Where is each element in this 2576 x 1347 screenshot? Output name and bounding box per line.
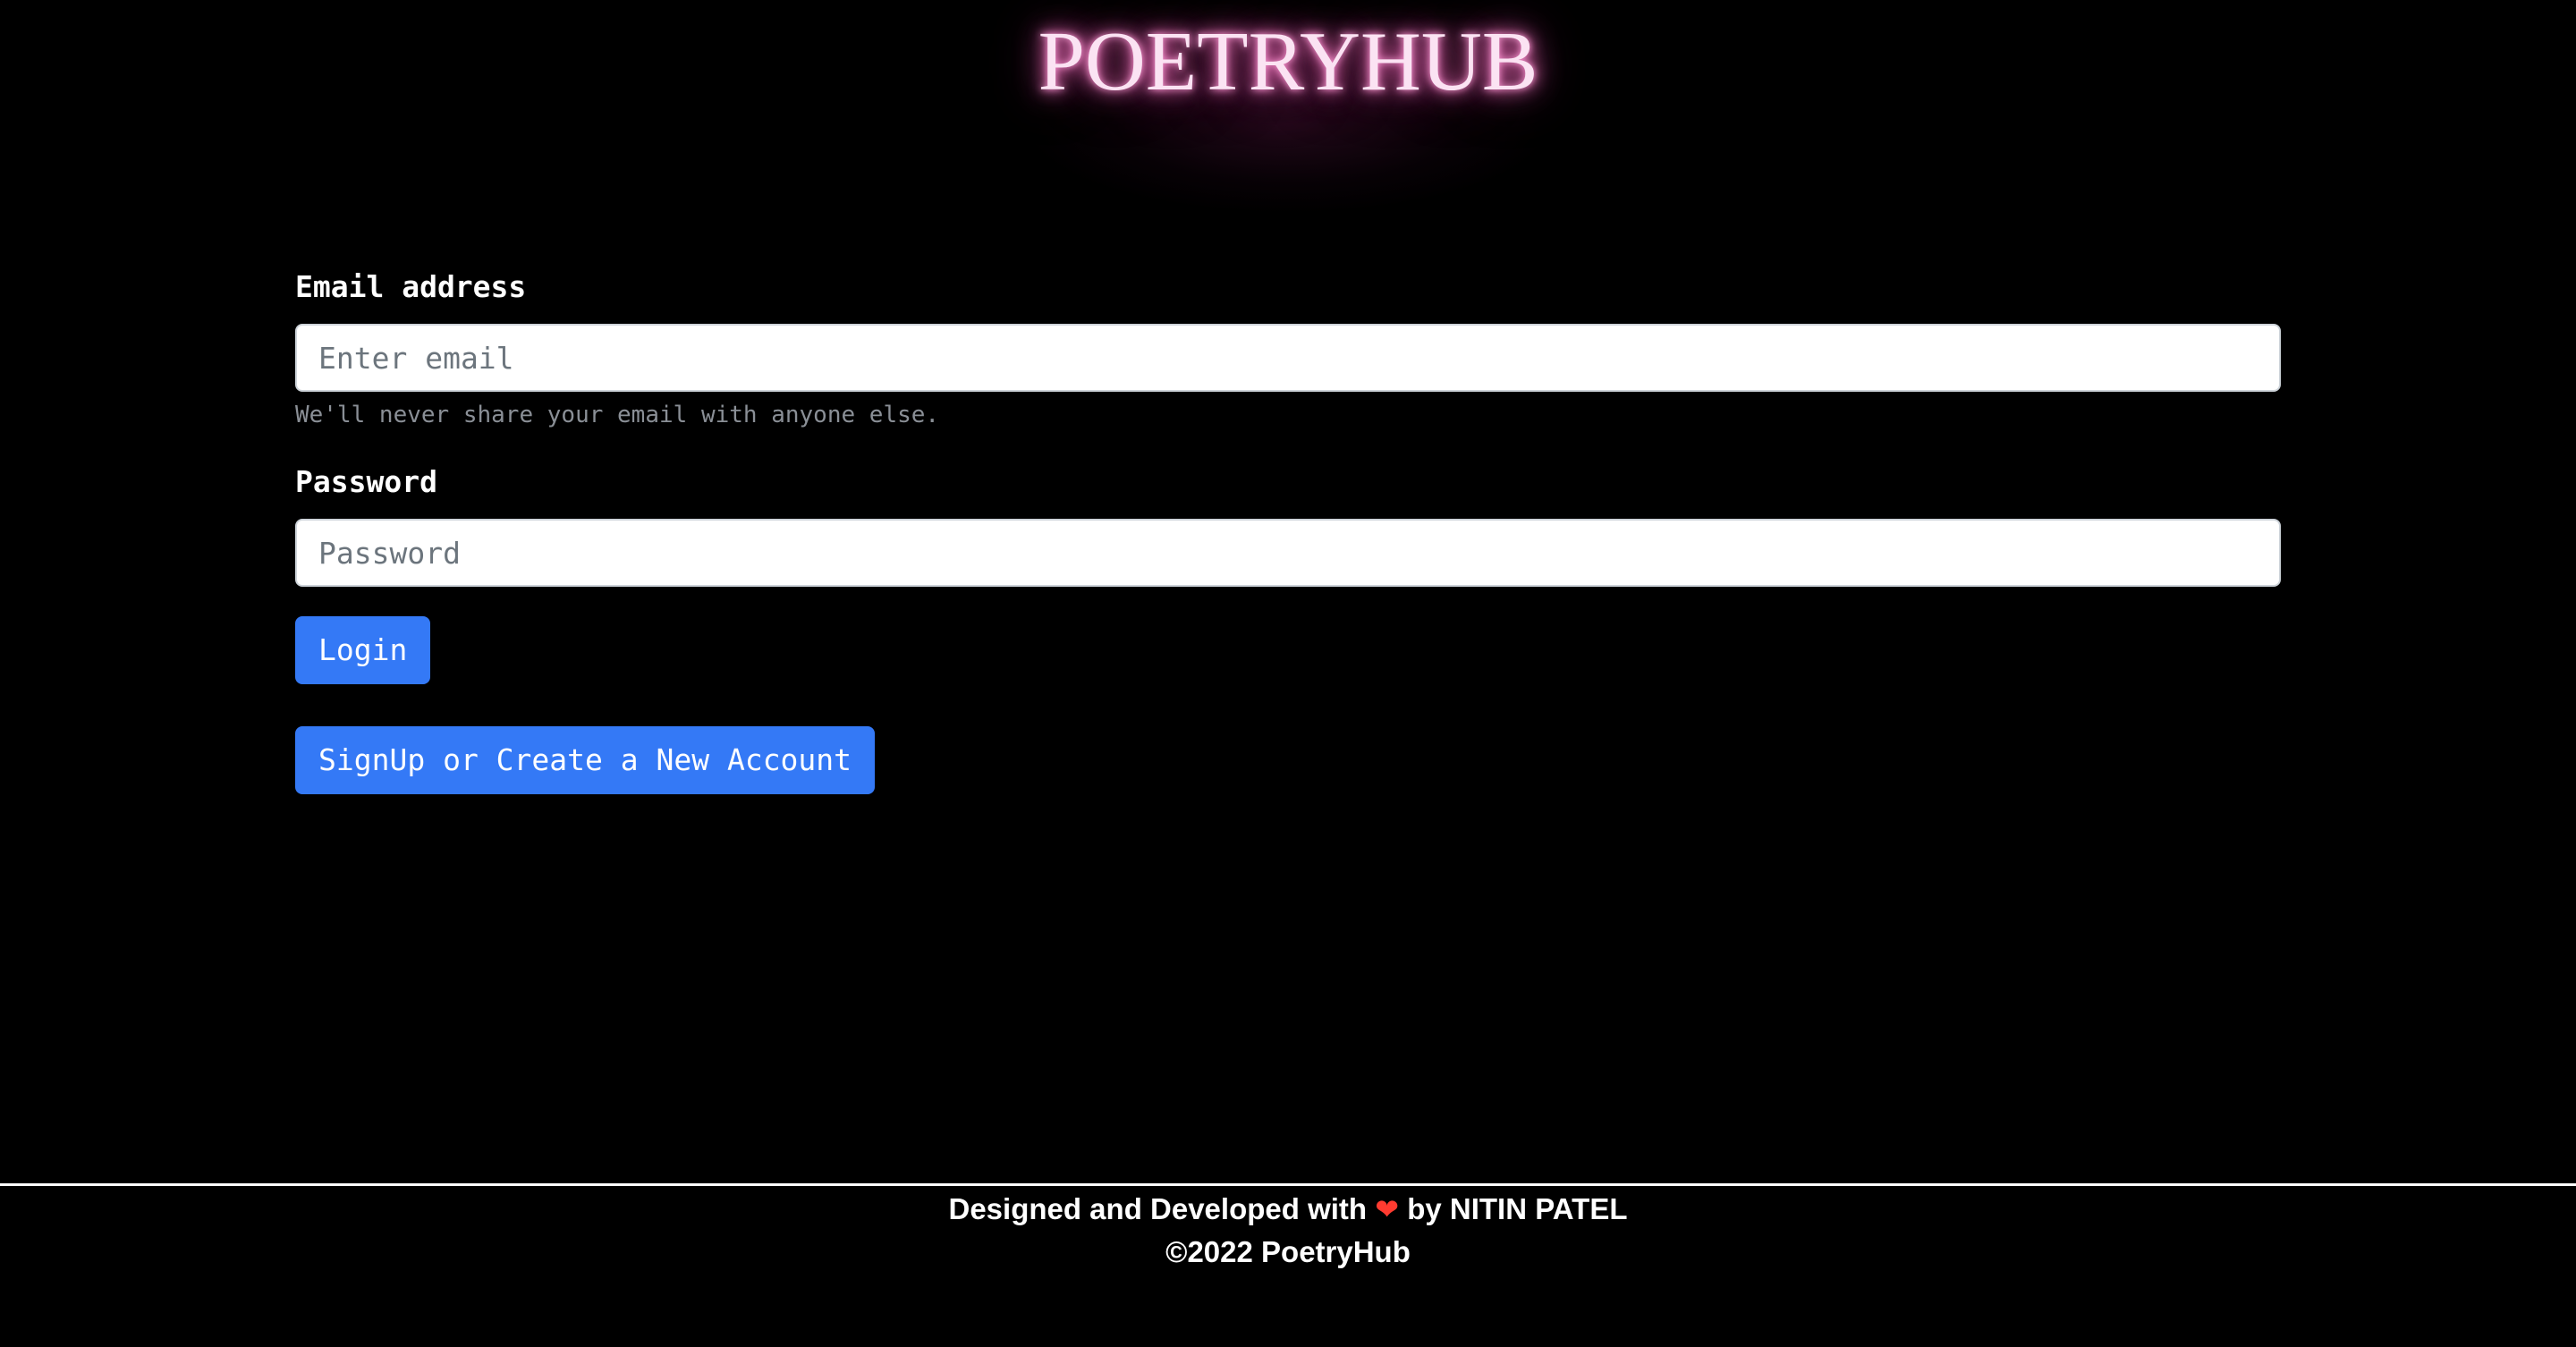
site-logo: POETRYHUB [1038, 15, 1538, 108]
login-button[interactable]: Login [295, 616, 431, 684]
heart-icon: ❤ [1375, 1192, 1400, 1226]
email-label: Email address [295, 269, 527, 304]
footer-credit-suffix: by NITIN PATEL [1407, 1192, 1628, 1225]
footer-divider [0, 1183, 2576, 1186]
footer-credit-prefix: Designed and Developed with [948, 1192, 1368, 1225]
footer-credit: Designed and Developed with ❤ by NITIN P… [0, 1190, 2576, 1229]
email-help-text: We'll never share your email with anyone… [295, 402, 940, 428]
password-field[interactable] [295, 519, 2281, 587]
email-field[interactable] [295, 324, 2281, 392]
signup-button[interactable]: SignUp or Create a New Account [295, 726, 876, 794]
password-label: Password [295, 464, 437, 499]
footer-copyright: ©2022 PoetryHub [1165, 1235, 1411, 1268]
